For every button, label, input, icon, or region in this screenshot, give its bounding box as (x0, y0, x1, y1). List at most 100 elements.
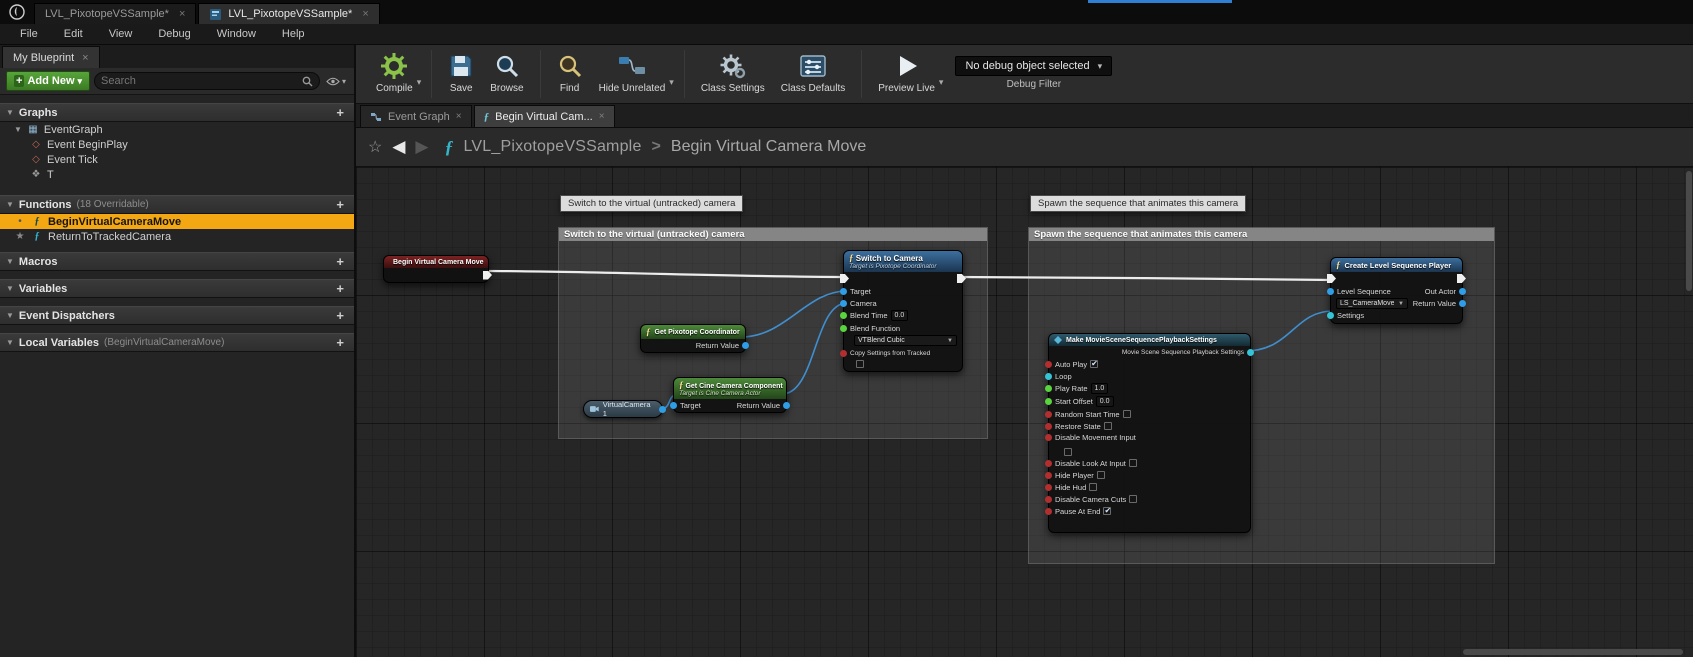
add-graph-button[interactable]: + (332, 105, 348, 120)
blend-function-pin[interactable] (840, 325, 847, 332)
horizontal-scrollbar[interactable] (1463, 649, 1683, 655)
expander-icon[interactable]: ▼ (6, 108, 14, 117)
node-switch-to-camera[interactable]: ƒ Switch to Camera Target is Pixotope Co… (843, 250, 963, 372)
expander-icon[interactable]: ▼ (6, 338, 14, 347)
find-button[interactable]: Find (549, 48, 591, 96)
expander-icon[interactable]: ▼ (6, 257, 14, 266)
breadcrumb-root[interactable]: LVL_PixotopeVSSample (464, 138, 642, 156)
hide-hud-checkbox[interactable] (1089, 483, 1097, 491)
disable-camera-cuts-pin[interactable] (1045, 496, 1052, 503)
exec-in-pin[interactable] (1327, 274, 1336, 283)
add-function-button[interactable]: + (332, 197, 348, 212)
blend-time-pin[interactable] (840, 312, 847, 319)
hide-hud-pin[interactable] (1045, 484, 1052, 491)
close-icon[interactable]: × (179, 8, 185, 20)
out-actor-pin[interactable] (1459, 288, 1466, 295)
expander-icon[interactable]: ▼ (14, 125, 22, 134)
restore-state-pin[interactable] (1045, 423, 1052, 430)
output-pin[interactable] (659, 406, 666, 413)
node-begin-virtual-camera-move[interactable]: Begin Virtual Camera Move (383, 255, 489, 283)
section-macros[interactable]: ▼ Macros + (0, 252, 354, 271)
tree-item-event-tick[interactable]: ◇ Event Tick (0, 152, 354, 167)
hide-player-checkbox[interactable] (1097, 471, 1105, 479)
random-start-time-checkbox[interactable] (1123, 410, 1131, 418)
play-rate-field[interactable]: 1.0 (1091, 383, 1109, 394)
section-event-dispatchers[interactable]: ▼ Event Dispatchers + (0, 306, 354, 325)
nav-forward-icon[interactable]: ▶ (415, 137, 428, 157)
start-offset-field[interactable]: 0.0 (1096, 396, 1114, 407)
hide-unrelated-button[interactable]: Hide Unrelated (591, 48, 674, 96)
comment-title[interactable]: Spawn the sequence that animates this ca… (1029, 228, 1494, 241)
start-offset-pin[interactable] (1045, 398, 1052, 405)
return-value-pin[interactable] (742, 342, 749, 349)
section-local-variables[interactable]: ▼ Local Variables (BeginVirtualCameraMov… (0, 333, 354, 352)
add-local-variable-button[interactable]: + (332, 335, 348, 350)
camera-pin[interactable] (840, 300, 847, 307)
preview-live-options-icon[interactable]: ▾ (939, 77, 944, 88)
compile-options-icon[interactable]: ▾ (417, 77, 422, 88)
view-options-button[interactable]: ▾ (324, 77, 348, 86)
class-defaults-button[interactable]: Class Defaults (773, 48, 853, 96)
blend-function-dropdown[interactable]: VTBlend Cubic ▼ (854, 335, 957, 346)
target-pin[interactable] (840, 288, 847, 295)
settings-pin[interactable] (1327, 312, 1334, 319)
graph-canvas[interactable]: Switch to the virtual (untracked) camera… (356, 167, 1693, 657)
expander-icon[interactable]: ▼ (6, 284, 14, 293)
pause-at-end-pin[interactable] (1045, 508, 1052, 515)
restore-state-checkbox[interactable] (1104, 422, 1112, 430)
tree-item-t[interactable]: ❖ T (0, 167, 354, 182)
class-settings-button[interactable]: Class Settings (693, 48, 773, 96)
expander-icon[interactable]: ▼ (6, 311, 14, 320)
window-tab-active[interactable]: LVL_PixotopeVSSample* × (198, 3, 379, 24)
tree-item-returntotrackedcamera[interactable]: ★ ƒ ReturnToTrackedCamera (0, 229, 354, 244)
tab-begin-virtual-camera[interactable]: ƒ Begin Virtual Cam... × (474, 105, 615, 127)
copy-settings-pin[interactable] (840, 350, 847, 357)
add-macro-button[interactable]: + (332, 254, 348, 269)
tree-item-event-beginplay[interactable]: ◇ Event BeginPlay (0, 137, 354, 152)
vertical-scrollbar[interactable] (1686, 171, 1692, 291)
close-icon[interactable]: × (599, 111, 605, 122)
tree-item-beginvirtualcameramove[interactable]: • ƒ BeginVirtualCameraMove (0, 214, 354, 229)
level-sequence-dropdown[interactable]: LS_CameraMove ▼ (1336, 298, 1408, 309)
target-pin[interactable] (670, 402, 677, 409)
node-make-playback-settings[interactable]: Make MovieSceneSequencePlaybackSettings … (1048, 333, 1251, 533)
comment-title[interactable]: Switch to the virtual (untracked) camera (559, 228, 987, 241)
auto-play-pin[interactable] (1045, 361, 1052, 368)
exec-out-pin[interactable] (483, 271, 492, 280)
section-graphs[interactable]: ▼ Graphs + (0, 103, 354, 122)
add-dispatcher-button[interactable]: + (332, 308, 348, 323)
menu-edit[interactable]: Edit (52, 26, 95, 42)
disable-movement-input-checkbox[interactable] (1064, 448, 1072, 456)
play-rate-pin[interactable] (1045, 385, 1052, 392)
search-input[interactable] (101, 75, 302, 87)
level-sequence-pin[interactable] (1327, 288, 1334, 295)
menu-file[interactable]: File (8, 26, 50, 42)
tab-my-blueprint[interactable]: My Blueprint × (2, 46, 100, 68)
close-icon[interactable]: × (82, 52, 88, 64)
window-tab-inactive[interactable]: LVL_PixotopeVSSample* × (34, 3, 196, 24)
node-virtualcamera-getter[interactable]: VirtualCamera 1 (583, 400, 663, 418)
random-start-time-pin[interactable] (1045, 411, 1052, 418)
return-value-pin[interactable] (783, 402, 790, 409)
close-icon[interactable]: × (456, 111, 462, 122)
loop-pin[interactable] (1045, 373, 1052, 380)
hide-unrelated-options-icon[interactable]: ▾ (669, 77, 674, 88)
tab-event-graph[interactable]: Event Graph × (360, 105, 472, 127)
disable-look-at-input-pin[interactable] (1045, 460, 1052, 467)
disable-camera-cuts-checkbox[interactable] (1129, 495, 1137, 503)
menu-debug[interactable]: Debug (146, 26, 202, 42)
blend-time-field[interactable]: 0.0 (891, 310, 909, 321)
expander-icon[interactable]: ▼ (6, 200, 14, 209)
pause-at-end-checkbox[interactable] (1103, 507, 1111, 515)
add-new-button[interactable]: + Add New ▾ (6, 71, 90, 91)
favorite-star-icon[interactable]: ☆ (368, 137, 382, 157)
section-variables[interactable]: ▼ Variables + (0, 279, 354, 298)
browse-button[interactable]: Browse (482, 48, 531, 96)
copy-settings-checkbox[interactable] (856, 360, 864, 368)
close-icon[interactable]: × (362, 8, 368, 20)
menu-help[interactable]: Help (270, 26, 317, 42)
settings-out-pin[interactable] (1247, 349, 1254, 356)
section-functions[interactable]: ▼ Functions (18 Overridable) + (0, 195, 354, 214)
tree-item-eventgraph[interactable]: ▼ ▦ EventGraph (0, 122, 354, 137)
save-button[interactable]: Save (440, 48, 482, 96)
